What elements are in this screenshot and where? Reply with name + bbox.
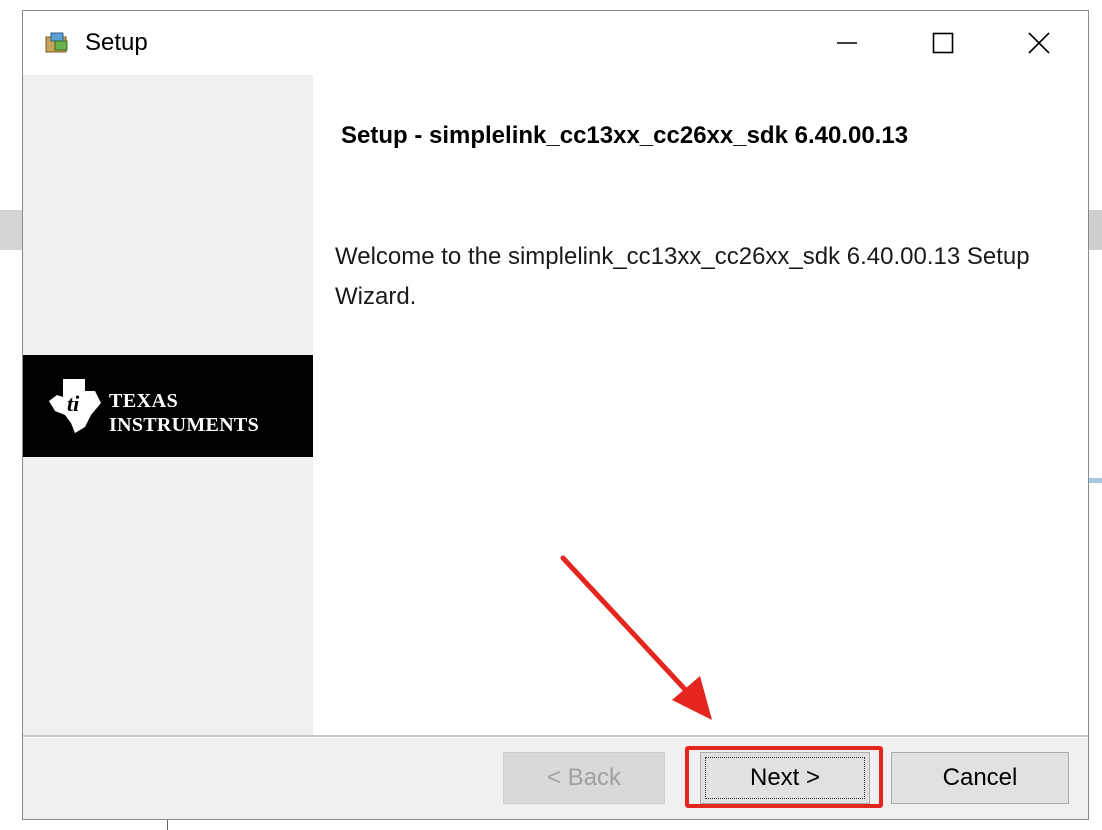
annotation-arrow-icon bbox=[560, 555, 712, 720]
